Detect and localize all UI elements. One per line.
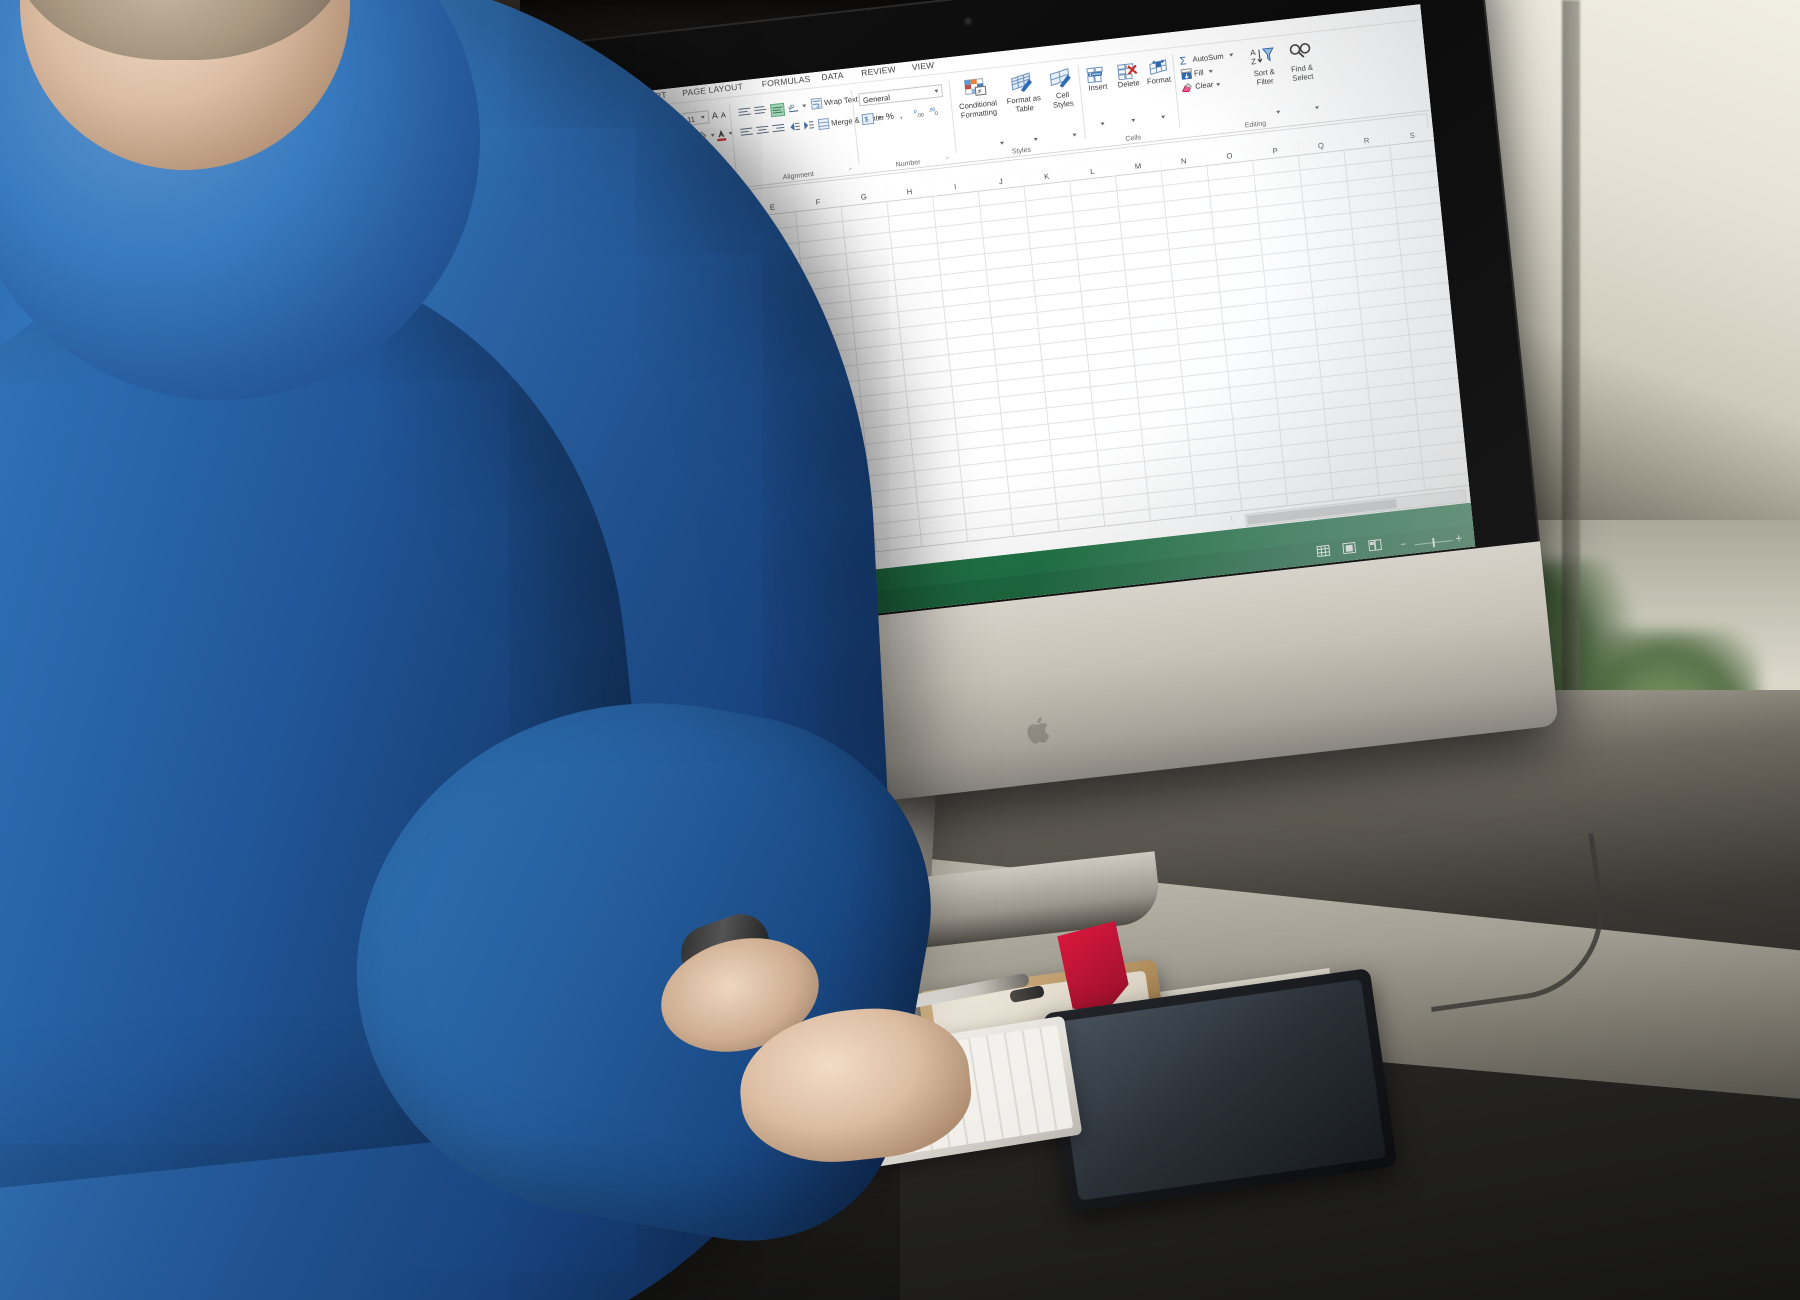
fill-label[interactable]: Fill xyxy=(1194,68,1205,78)
format-as-table-caret[interactable] xyxy=(1033,137,1038,142)
svg-text:Z: Z xyxy=(1251,57,1257,67)
autosum-caret[interactable] xyxy=(1229,53,1234,57)
shrink-font-button[interactable]: A xyxy=(720,110,726,120)
cell-styles-icon xyxy=(1043,67,1079,92)
number-dialog-launcher[interactable]: ⌐ xyxy=(946,155,953,162)
photo-scene: FILE HOME INSERT PAGE LAYOUT FORMULAS DA… xyxy=(0,0,1800,1300)
normal-view-icon[interactable] xyxy=(1316,544,1331,558)
cell-styles-label-2: Styles xyxy=(1052,98,1075,110)
page-break-preview-icon[interactable] xyxy=(1367,538,1383,552)
font-size-caret[interactable] xyxy=(700,115,706,120)
align-middle-icon[interactable] xyxy=(754,106,767,116)
increase-decimal-icon[interactable]: .0 .00 xyxy=(912,107,926,119)
align-bottom-icon[interactable] xyxy=(769,102,786,118)
clear-label[interactable]: Clear xyxy=(1195,80,1214,91)
fill-icon[interactable] xyxy=(1180,68,1192,80)
svg-text:.00: .00 xyxy=(917,112,925,119)
delete-cells-button[interactable]: Delete xyxy=(1112,62,1144,123)
insert-cells-label: Insert xyxy=(1087,81,1108,93)
ribbon-group-alignment: ab Wrap Text Merge & Center Alignment ⌐ xyxy=(729,84,885,187)
font-color-icon[interactable] xyxy=(715,128,727,142)
number-format-caret[interactable] xyxy=(934,89,939,93)
sort-filter-caret[interactable] xyxy=(1276,110,1281,114)
insert-cells-caret[interactable] xyxy=(1100,122,1105,126)
number-format-select[interactable]: General xyxy=(858,84,944,107)
format-cells-button[interactable]: Format xyxy=(1142,58,1175,119)
fill-caret[interactable] xyxy=(1208,69,1213,74)
conditional-formatting-caret[interactable] xyxy=(999,141,1005,145)
accounting-caret[interactable] xyxy=(877,115,882,120)
ribbon-group-styles: ≠ Conditional Formatting Format as Table… xyxy=(949,59,1086,163)
percent-style-button[interactable]: % xyxy=(885,111,894,122)
format-cells-label: Format xyxy=(1146,74,1172,87)
merge-center-icon[interactable] xyxy=(817,117,830,131)
zoom-in-button[interactable]: + xyxy=(1455,531,1463,546)
align-top-icon[interactable] xyxy=(738,107,751,118)
cell-styles-button[interactable]: Cell Styles xyxy=(1043,67,1081,137)
svg-text:Σ: Σ xyxy=(1179,55,1187,66)
align-center-icon[interactable] xyxy=(756,125,769,136)
conditional-formatting-button[interactable]: ≠ Conditional Formatting xyxy=(952,76,1005,145)
svg-text:≠: ≠ xyxy=(977,88,982,95)
decrease-indent-icon[interactable] xyxy=(789,121,801,132)
find-select-button[interactable]: Find & Select xyxy=(1280,40,1322,110)
increase-indent-icon[interactable] xyxy=(803,120,815,131)
accounting-format-icon[interactable]: $ xyxy=(861,112,875,126)
ribbon-group-cells: Insert Delete Format Cells xyxy=(1078,48,1181,148)
svg-text:.0: .0 xyxy=(933,111,938,117)
page-layout-view-icon[interactable] xyxy=(1342,541,1357,555)
tab-review[interactable]: REVIEW xyxy=(861,64,897,78)
format-cells-caret[interactable] xyxy=(1161,115,1166,119)
scroll-divider: ⋮ xyxy=(1227,516,1236,524)
orientation-caret[interactable] xyxy=(802,104,807,108)
orientation-icon[interactable]: ab xyxy=(787,101,800,113)
svg-text:$: $ xyxy=(864,116,869,123)
fill-color-caret[interactable] xyxy=(710,133,715,138)
tab-data[interactable]: DATA xyxy=(821,70,844,82)
delete-cells-label: Delete xyxy=(1117,78,1141,90)
clear-caret[interactable] xyxy=(1216,83,1221,87)
ribbon-group-editing: Σ AutoSum Fill Clear A Z Sort & Filter F… xyxy=(1172,31,1330,137)
wrap-text-icon[interactable] xyxy=(810,97,823,110)
find-select-label-2: Select xyxy=(1291,71,1314,83)
find-select-icon xyxy=(1280,40,1320,65)
background-window-frame xyxy=(1562,0,1580,780)
format-as-table-button[interactable]: Format as Table xyxy=(1001,71,1045,142)
autosum-label[interactable]: AutoSum xyxy=(1192,52,1224,64)
delete-cells-caret[interactable] xyxy=(1131,118,1136,123)
cell-styles-caret[interactable] xyxy=(1072,133,1077,137)
decrease-decimal-icon[interactable]: .00 .0 xyxy=(928,105,942,117)
align-right-icon[interactable] xyxy=(772,123,785,134)
align-left-icon[interactable] xyxy=(740,127,753,137)
sort-filter-label-2: Filter xyxy=(1256,76,1274,87)
apple-logo-icon xyxy=(1021,712,1056,749)
number-format-value: General xyxy=(862,92,891,105)
sort-filter-icon: A Z xyxy=(1245,44,1281,69)
grow-font-button[interactable]: A xyxy=(711,110,718,121)
alignment-dialog-launcher[interactable]: ⌐ xyxy=(849,166,856,173)
insert-cells-button[interactable]: Insert xyxy=(1081,65,1113,126)
autosum-icon[interactable]: Σ xyxy=(1179,54,1191,68)
zoom-out-button[interactable]: − xyxy=(1400,539,1407,551)
tablet-screen xyxy=(1053,979,1387,1201)
tab-view[interactable]: VIEW xyxy=(911,60,934,72)
svg-text:A: A xyxy=(1250,48,1257,58)
find-select-caret[interactable] xyxy=(1314,106,1320,110)
ribbon-group-number: General $ % , .0 .00 .00 .0 Number ⌐ xyxy=(851,73,957,173)
clear-icon[interactable] xyxy=(1181,82,1193,93)
comma-style-button[interactable]: , xyxy=(899,110,903,120)
format-as-table-label-2: Table xyxy=(1015,103,1035,114)
sort-filter-button[interactable]: A Z Sort & Filter xyxy=(1245,44,1283,114)
